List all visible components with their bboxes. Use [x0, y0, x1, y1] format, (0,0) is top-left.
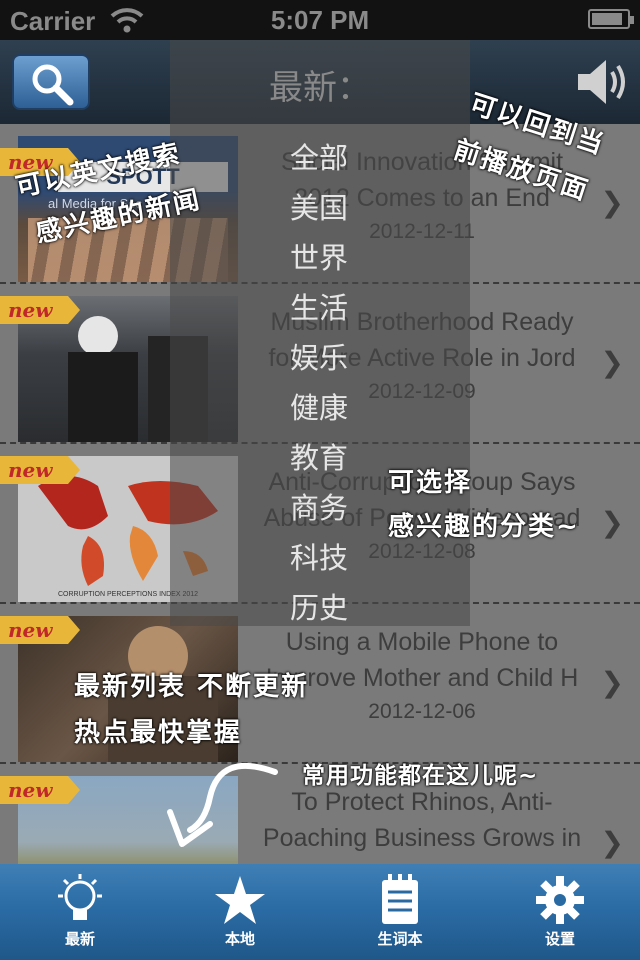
gear-icon	[536, 876, 584, 924]
chevron-right-icon: ❯	[600, 186, 624, 219]
category-item-technology[interactable]: 科技	[290, 535, 348, 577]
category-item-education[interactable]: 教育	[290, 435, 348, 477]
new-badge: new	[0, 296, 80, 324]
svg-text:new: new	[8, 778, 53, 802]
speaker-icon[interactable]	[570, 52, 630, 112]
svg-text:new: new	[8, 618, 53, 642]
category-item-world[interactable]: 世界	[290, 235, 348, 277]
category-item-history[interactable]: 历史	[290, 585, 348, 627]
star-icon	[215, 876, 265, 924]
curved-arrow-icon	[167, 762, 278, 847]
tab-local[interactable]: 本地	[160, 864, 320, 960]
chevron-right-icon: ❯	[600, 826, 624, 859]
svg-text:new: new	[8, 458, 53, 482]
clock: 5:07 PM	[270, 5, 370, 35]
article-date: 2012-12-06	[368, 700, 476, 723]
tab-latest[interactable]: 最新	[0, 864, 160, 960]
tab-label: 设置	[544, 930, 575, 948]
annotation-tabbar: 常用功能都在这儿呢~	[302, 763, 539, 789]
category-item-business[interactable]: 商务	[290, 485, 348, 527]
lightbulb-icon	[58, 874, 102, 920]
tab-label: 生词本	[377, 930, 423, 948]
tab-settings[interactable]: 设置	[480, 864, 640, 960]
category-item-entertainment[interactable]: 娱乐	[290, 335, 348, 377]
annotation-category-line1: 可选择	[388, 468, 473, 498]
article-title: To Protect Rhinos, Anti- Poaching Busines…	[262, 788, 582, 852]
chevron-right-icon: ❯	[600, 346, 624, 379]
notepad-icon	[382, 874, 418, 924]
new-badge: new	[0, 456, 80, 484]
chevron-right-icon: ❯	[600, 666, 624, 699]
new-badge: new	[0, 776, 80, 804]
tab-label: 最新	[64, 930, 95, 948]
category-item-usa[interactable]: 美国	[290, 185, 348, 227]
category-item-all[interactable]: 全部	[290, 135, 348, 177]
category-item-life[interactable]: 生活	[290, 285, 348, 327]
battery-icon	[588, 9, 634, 29]
annotation-list-line2: 热点最快掌握	[74, 718, 243, 748]
tab-bar: 最新 本地 生词本 设置	[0, 864, 640, 960]
chevron-right-icon: ❯	[600, 506, 624, 539]
annotation-list-line1: 最新列表 不断更新	[74, 672, 310, 702]
svg-text:new: new	[8, 298, 53, 322]
annotation-category-line2: 感兴趣的分类~	[388, 512, 580, 542]
new-badge: new	[0, 616, 80, 644]
category-item-health[interactable]: 健康	[290, 385, 348, 427]
status-bar: Carrier 5:07 PM	[0, 0, 640, 40]
tab-label: 本地	[224, 930, 255, 948]
tab-vocabulary[interactable]: 生词本	[320, 864, 480, 960]
